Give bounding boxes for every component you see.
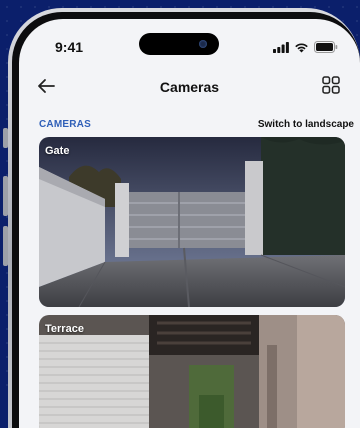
switch-to-landscape-link[interactable]: Switch to landscape bbox=[258, 119, 354, 130]
camera-name-terrace: Terrace bbox=[45, 323, 84, 335]
camera-card-terrace[interactable]: Terrace bbox=[39, 315, 345, 428]
section-label-cameras: CAMERAS bbox=[39, 119, 91, 130]
cellular-signal-icon bbox=[273, 41, 289, 53]
phone-frame: 9:41 Cameras CAMERAS Switch to landscape… bbox=[8, 8, 360, 428]
dynamic-island bbox=[139, 33, 219, 55]
camera-card-gate[interactable]: Gate bbox=[39, 137, 345, 307]
status-time: 9:41 bbox=[55, 39, 84, 55]
front-camera-icon bbox=[199, 40, 207, 48]
grid-view-icon[interactable] bbox=[322, 76, 340, 94]
phone-screen: 9:41 Cameras CAMERAS Switch to landscape… bbox=[19, 19, 360, 428]
status-icons bbox=[273, 41, 338, 53]
camera-feed-terrace bbox=[39, 315, 345, 428]
battery-icon bbox=[314, 41, 338, 53]
camera-name-gate: Gate bbox=[45, 145, 70, 157]
page-title: Cameras bbox=[159, 79, 220, 95]
phone-bezel: 9:41 Cameras CAMERAS Switch to landscape… bbox=[12, 12, 360, 428]
wifi-icon bbox=[295, 42, 308, 52]
camera-feed-gate bbox=[39, 137, 345, 307]
